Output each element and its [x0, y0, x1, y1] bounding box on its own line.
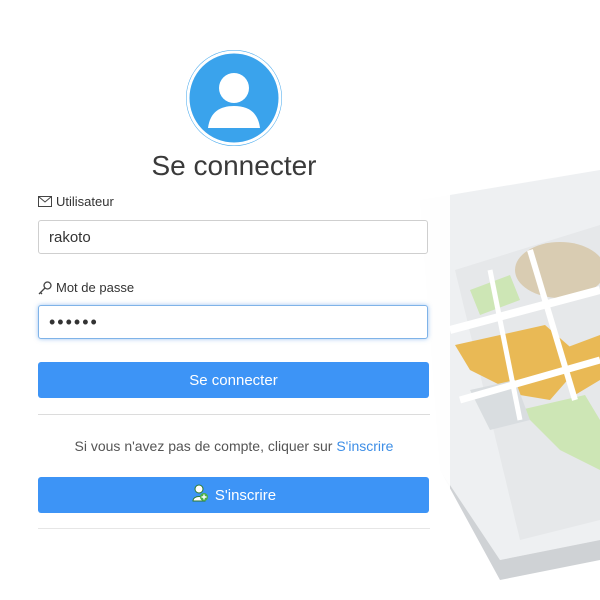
- divider: [38, 414, 430, 415]
- username-input[interactable]: [38, 220, 428, 254]
- signup-button-label: S'inscrire: [214, 486, 277, 504]
- login-panel: Se connecter Utilisateur Mot de passe Se…: [28, 40, 450, 530]
- bottom-divider: [38, 528, 430, 529]
- username-label-text: Utilisateur: [56, 194, 114, 209]
- signup-prompt-text: Si vous n'avez pas de compte, cliquer su…: [74, 438, 333, 454]
- password-label-text: Mot de passe: [56, 280, 135, 295]
- key-icon: [38, 280, 52, 295]
- login-button-label: Se connecter: [189, 371, 278, 389]
- envelope-icon: [38, 196, 52, 207]
- page-title: Se connecter: [151, 150, 317, 181]
- signup-prompt: Si vous n'avez pas de compte, cliquer su…: [38, 438, 430, 454]
- user-add-icon: [191, 483, 209, 507]
- username-label: Utilisateur: [38, 194, 114, 209]
- login-button[interactable]: Se connecter: [38, 362, 429, 398]
- user-avatar-icon: [186, 50, 282, 146]
- password-label: Mot de passe: [38, 280, 134, 295]
- signup-button[interactable]: S'inscrire: [38, 477, 429, 513]
- signup-link[interactable]: S'inscrire: [336, 438, 393, 454]
- password-input[interactable]: [38, 305, 428, 339]
